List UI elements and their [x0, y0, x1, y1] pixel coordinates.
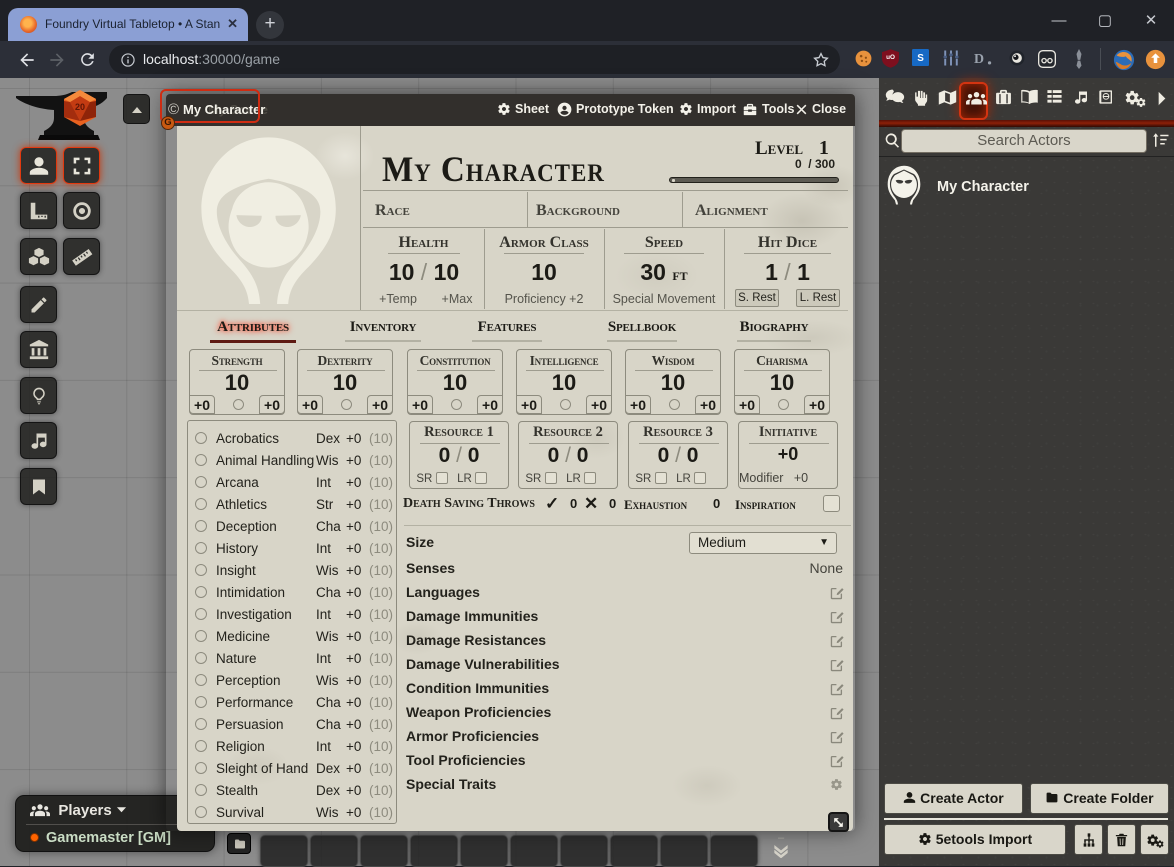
svg-text:20: 20 [75, 102, 85, 112]
svg-text:S: S [917, 53, 924, 64]
svg-text:D: D [974, 52, 984, 67]
svg-text:uO: uO [886, 54, 895, 61]
